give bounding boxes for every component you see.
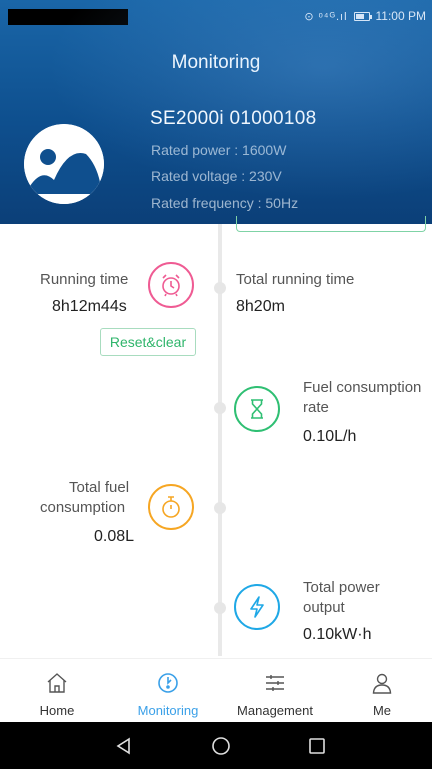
status-indicators: ⊙ ᵒ⁴ᴳ.ıl 11:00 PM bbox=[304, 9, 426, 23]
bottom-nav: Home Monitoring Management Me bbox=[0, 658, 432, 722]
sliders-icon bbox=[266, 675, 284, 691]
total-fuel-label-line1: Total fuel bbox=[69, 479, 130, 496]
nav-monitoring-label: Monitoring bbox=[137, 703, 199, 718]
monitoring-icon bbox=[158, 673, 178, 693]
nav-home[interactable]: Home bbox=[28, 659, 86, 723]
nav-me-label: Me bbox=[372, 703, 392, 718]
timeline-dot bbox=[214, 402, 226, 414]
status-bar: ⊙ ᵒ⁴ᴳ.ıl 11:00 PM bbox=[0, 0, 432, 34]
reset-clear-button[interactable]: Reset&clear bbox=[100, 328, 196, 356]
device-avatar[interactable] bbox=[24, 124, 104, 204]
system-nav-bar bbox=[0, 722, 432, 769]
nav-home-label: Home bbox=[39, 703, 75, 718]
fuel-rate-label-line1: Fuel consumption bbox=[303, 379, 422, 396]
timeline-dot bbox=[214, 602, 226, 614]
device-name: SE2000i 01000108 bbox=[150, 108, 317, 129]
total-fuel-value: 0.08L bbox=[94, 528, 135, 545]
status-time: 11:00 PM bbox=[375, 9, 426, 23]
back-icon[interactable] bbox=[114, 736, 134, 756]
partial-button-edge bbox=[236, 216, 426, 232]
running-time-value: 8h12m44s bbox=[52, 298, 127, 315]
total-power-value: 0.10kW·h bbox=[303, 626, 372, 643]
battery-icon bbox=[353, 11, 372, 21]
carrier-redaction bbox=[8, 9, 128, 25]
hourglass-icon bbox=[234, 386, 280, 432]
total-fuel-label-line2: consumption bbox=[40, 499, 126, 516]
nav-monitoring[interactable]: Monitoring bbox=[128, 659, 208, 723]
image-placeholder-icon bbox=[24, 124, 104, 204]
person-icon bbox=[372, 673, 392, 694]
home-circle-icon[interactable] bbox=[211, 736, 231, 756]
rated-voltage: Rated voltage : 230V bbox=[151, 168, 282, 184]
rated-power: Rated power : 1600W bbox=[151, 142, 287, 158]
recents-icon[interactable] bbox=[307, 736, 327, 756]
timeline-dot bbox=[214, 282, 226, 294]
running-time-label: Running time bbox=[40, 271, 129, 288]
fuel-rate-label-line2: rate bbox=[303, 399, 329, 416]
rated-frequency: Rated frequency : 50Hz bbox=[151, 195, 299, 211]
alarm-clock-icon bbox=[148, 262, 194, 308]
timeline-dot bbox=[214, 502, 226, 514]
home-icon bbox=[47, 673, 67, 693]
nav-management-label: Management bbox=[237, 703, 313, 718]
total-running-time-value: 8h20m bbox=[236, 298, 285, 315]
stopwatch-icon bbox=[148, 484, 194, 530]
lightning-icon bbox=[234, 584, 280, 630]
total-running-time-label: Total running time bbox=[236, 271, 355, 288]
total-power-label-line1: Total power bbox=[303, 579, 380, 596]
total-power-label-line2: output bbox=[303, 599, 345, 616]
header-banner: ⊙ ᵒ⁴ᴳ.ıl 11:00 PM Monitoring SE2000i 010… bbox=[0, 0, 432, 224]
fuel-rate-value: 0.10L/h bbox=[303, 428, 357, 445]
nav-management[interactable]: Management bbox=[230, 659, 320, 723]
nav-me[interactable]: Me bbox=[360, 659, 404, 723]
signal-icon: ⊙ ᵒ⁴ᴳ.ıl bbox=[304, 10, 348, 23]
page-title: Monitoring bbox=[171, 52, 261, 73]
